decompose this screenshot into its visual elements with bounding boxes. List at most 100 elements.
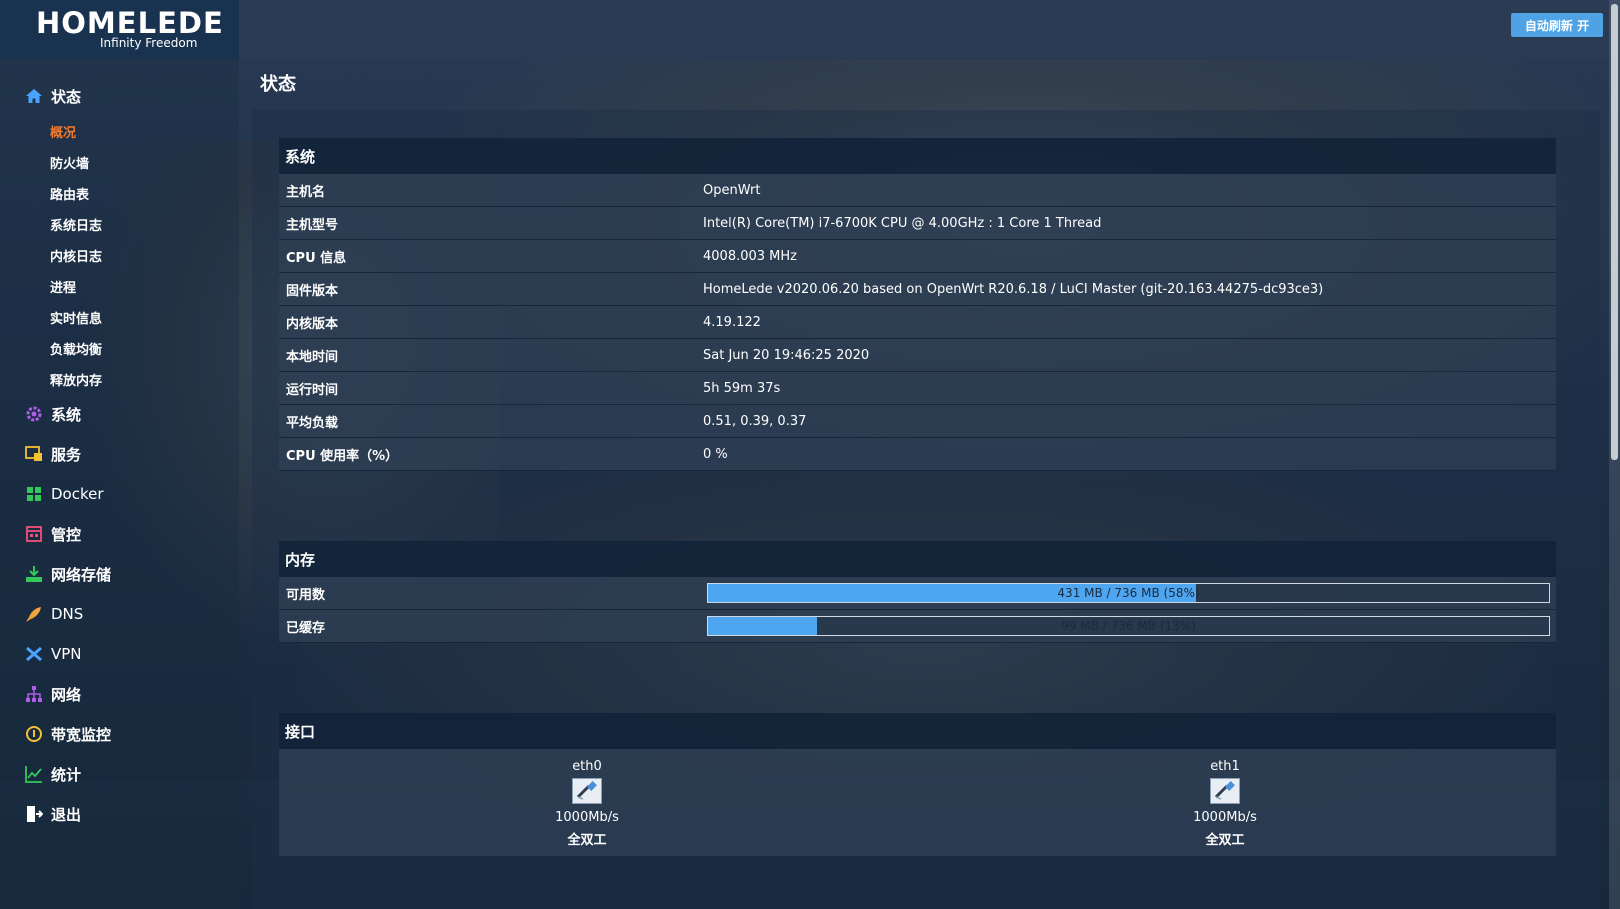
memory-cached-bar: 99 MB / 736 MB (13%): [707, 616, 1550, 636]
sidebar-item-control[interactable]: 管控: [0, 516, 239, 552]
row-key: 平均负载: [286, 415, 339, 431]
row-key: 已缓存: [286, 620, 326, 636]
network-icon: [25, 685, 43, 703]
sidebar-item-status[interactable]: 状态: [0, 78, 239, 114]
sidebar-subitem-realtime[interactable]: 实时信息: [50, 308, 102, 330]
sidebar-item-logout[interactable]: 退出: [0, 796, 239, 832]
rocket-icon: [25, 605, 43, 623]
interface-speed: 1000Mb/s: [555, 810, 619, 825]
row-key: 本地时间: [286, 349, 339, 365]
interface-eth1[interactable]: eth1 1000Mb/s 全双工: [1165, 759, 1285, 848]
sidebar-subitem-firewall[interactable]: 防火墙: [50, 153, 89, 175]
interface-name: eth0: [572, 759, 602, 774]
interface-name: eth1: [1210, 759, 1240, 774]
docker-icon: [25, 485, 43, 503]
sidebar-item-dns[interactable]: DNS: [0, 596, 239, 632]
table-row: 可用数 431 MB / 736 MB (58%): [279, 577, 1556, 610]
bandwidth-icon: [25, 725, 43, 743]
services-icon: [25, 445, 43, 463]
sidebar-subitem-processes[interactable]: 进程: [50, 277, 76, 299]
sidebar-item-label: 服务: [51, 445, 82, 464]
interfaces-section: 接口 eth0 1000Mb/s 全双工 eth1 1000Mb/s 全双工: [279, 713, 1556, 856]
sidebar-item-label: 带宽监控: [51, 725, 112, 744]
memory-available-bar: 431 MB / 736 MB (58%): [707, 583, 1550, 603]
table-row: 平均负载 0.51, 0.39, 0.37: [279, 405, 1556, 438]
logout-icon: [25, 805, 43, 823]
sidebar-item-label: 退出: [51, 805, 82, 824]
section-title: 系统: [279, 138, 1556, 174]
brand-logo[interactable]: HOMELEDE Infinity Freedom: [0, 0, 239, 58]
row-value: 5h 59m 37s: [703, 380, 781, 396]
sidebar-item-label: Docker: [51, 485, 104, 503]
scroll-thumb[interactable]: [1611, 4, 1618, 460]
sidebar-item-label: 状态: [51, 87, 82, 106]
sidebar-item-storage[interactable]: 网络存储: [0, 556, 239, 592]
sidebar-subitem-load-balance[interactable]: 负载均衡: [50, 339, 102, 361]
table-row: 主机型号 Intel(R) Core(TM) i7-6700K CPU @ 4.…: [279, 207, 1556, 240]
table-row: 已缓存 99 MB / 736 MB (13%): [279, 610, 1556, 643]
table-row: 固件版本 HomeLede v2020.06.20 based on OpenW…: [279, 273, 1556, 306]
vpn-icon: [25, 645, 43, 663]
section-title: 接口: [279, 713, 1556, 749]
row-value: 0 %: [703, 446, 728, 462]
interface-duplex: 全双工: [1205, 833, 1245, 848]
row-key: 内核版本: [286, 316, 339, 332]
main-content: 状态 系统 主机名 OpenWrt 主机型号 Intel(R) Core(TM)…: [239, 58, 1620, 909]
gear-icon: [25, 405, 43, 423]
interface-speed: 1000Mb/s: [1193, 810, 1257, 825]
table-row: CPU 信息 4008.003 MHz: [279, 240, 1556, 273]
row-value: HomeLede v2020.06.20 based on OpenWrt R2…: [703, 281, 1324, 297]
sidebar-subitem-free-memory[interactable]: 释放内存: [50, 370, 102, 392]
system-section: 系统 主机名 OpenWrt 主机型号 Intel(R) Core(TM) i7…: [279, 138, 1556, 471]
sidebar-item-label: 系统: [51, 405, 82, 424]
progress-text: 431 MB / 736 MB (58%): [1057, 586, 1200, 600]
row-key: 可用数: [286, 587, 326, 603]
top-bar: HOMELEDE Infinity Freedom 自动刷新 开: [0, 0, 1620, 58]
brand-name: HOMELEDE: [36, 6, 224, 40]
sidebar-subitem-syslog[interactable]: 系统日志: [50, 215, 102, 237]
brand-tagline: Infinity Freedom: [100, 36, 198, 50]
sidebar-subitem-routes[interactable]: 路由表: [50, 184, 89, 206]
table-row: 内核版本 4.19.122: [279, 306, 1556, 339]
row-key: CPU 使用率（%）: [286, 448, 399, 464]
sidebar-item-vpn[interactable]: VPN: [0, 636, 239, 672]
row-value: 4008.003 MHz: [703, 248, 797, 264]
row-value: 0.51, 0.39, 0.37: [703, 413, 807, 429]
memory-section: 内存 可用数 431 MB / 736 MB (58%) 已缓存 99 MB /…: [279, 541, 1556, 643]
row-key: CPU 信息: [286, 250, 347, 266]
sidebar-item-services[interactable]: 服务: [0, 436, 239, 472]
progress-text: 99 MB / 736 MB (13%): [1061, 619, 1196, 633]
row-value: 4.19.122: [703, 314, 761, 330]
table-row: CPU 使用率（%） 0 %: [279, 438, 1556, 471]
interface-eth0[interactable]: eth0 1000Mb/s 全双工: [527, 759, 647, 848]
interfaces-body: eth0 1000Mb/s 全双工 eth1 1000Mb/s 全双工: [279, 749, 1556, 856]
sidebar-subitem-overview[interactable]: 概况: [50, 122, 76, 144]
sidebar-item-docker[interactable]: Docker: [0, 476, 239, 512]
control-icon: [25, 525, 43, 543]
sidebar-item-bandwidth[interactable]: 带宽监控: [0, 716, 239, 752]
sidebar-item-system[interactable]: 系统: [0, 396, 239, 432]
row-value: Intel(R) Core(TM) i7-6700K CPU @ 4.00GHz…: [703, 215, 1102, 231]
row-key: 运行时间: [286, 382, 339, 398]
table-row: 本地时间 Sat Jun 20 19:46:25 2020: [279, 339, 1556, 372]
sidebar-item-label: 管控: [51, 525, 82, 544]
sidebar-item-stats[interactable]: 统计: [0, 756, 239, 792]
storage-icon: [25, 565, 43, 583]
sidebar-item-label: 网络存储: [51, 565, 112, 584]
ethernet-port-icon: [1210, 778, 1240, 804]
sidebar-item-network[interactable]: 网络: [0, 676, 239, 712]
table-row: 运行时间 5h 59m 37s: [279, 372, 1556, 405]
auto-refresh-button[interactable]: 自动刷新 开: [1511, 13, 1603, 37]
table-row: 主机名 OpenWrt: [279, 174, 1556, 207]
page-title: 状态: [260, 74, 296, 95]
row-key: 主机名: [286, 184, 326, 200]
sidebar-subitem-kernel-log[interactable]: 内核日志: [50, 246, 102, 268]
section-title: 内存: [279, 541, 1556, 577]
sidebar: 状态 概况 防火墙 路由表 系统日志 内核日志 进程 实时信息 负载均衡 释放内…: [0, 58, 239, 909]
sidebar-item-label: DNS: [51, 605, 84, 623]
interface-duplex: 全双工: [567, 833, 607, 848]
home-icon: [25, 87, 43, 105]
row-key: 主机型号: [286, 217, 339, 233]
sidebar-item-label: 网络: [51, 685, 82, 704]
page-scrollbar[interactable]: [1609, 0, 1620, 909]
